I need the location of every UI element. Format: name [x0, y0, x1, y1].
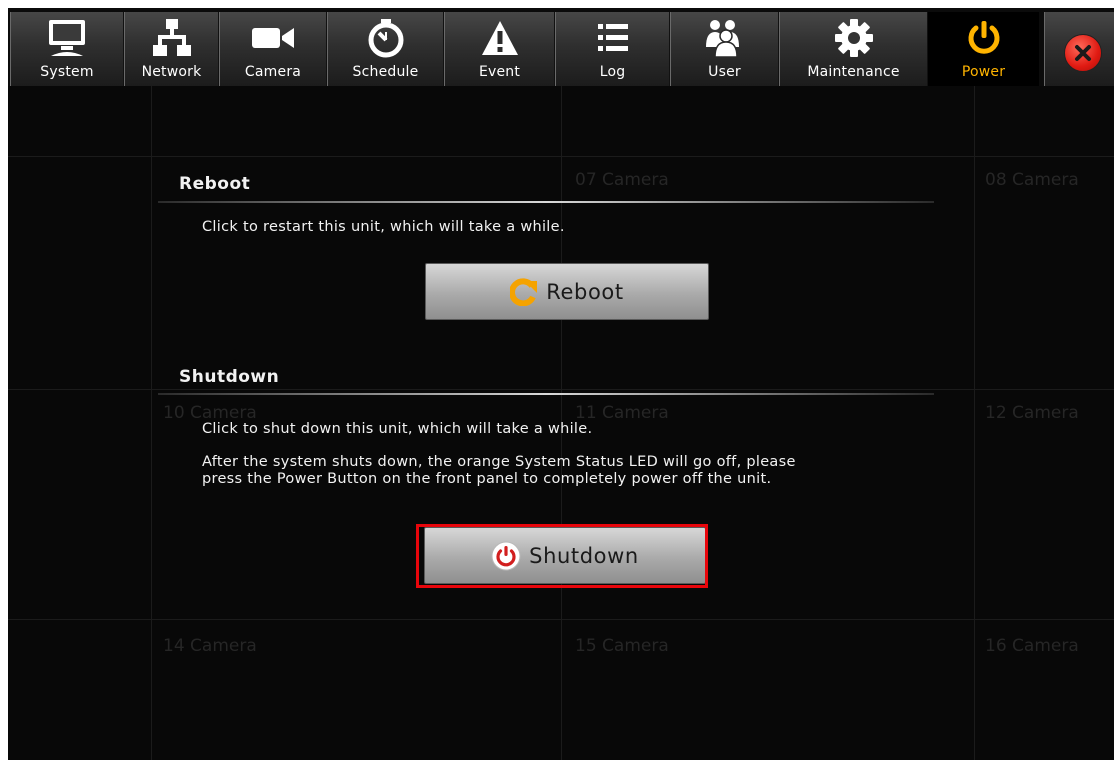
shutdown-section-title: Shutdown — [179, 367, 280, 387]
tab-camera[interactable]: Camera — [219, 12, 327, 86]
warning-icon — [445, 16, 554, 60]
shutdown-note-line: press the Power Button on the front pane… — [202, 471, 772, 487]
camera-label: 15 Camera — [575, 636, 669, 656]
close-icon — [1064, 34, 1102, 72]
tab-power[interactable]: Power — [928, 12, 1039, 86]
tab-schedule[interactable]: Schedule — [327, 12, 444, 86]
tab-system[interactable]: System — [10, 12, 124, 86]
reboot-description: Click to restart this unit, which will t… — [202, 219, 565, 235]
gear-icon — [780, 16, 927, 60]
stopwatch-icon — [328, 16, 443, 60]
tab-event[interactable]: Event — [444, 12, 555, 86]
grid-line — [8, 156, 1114, 157]
grid-line — [8, 389, 1114, 390]
camera-label: 16 Camera — [985, 636, 1079, 656]
monitor-icon — [11, 16, 123, 60]
reboot-icon — [510, 277, 538, 306]
camera-label: 10 Camera — [163, 403, 257, 423]
reboot-button-label: Reboot — [546, 279, 624, 304]
power-settings-window: 07 Camera 08 Camera 10 Camera 11 Camera … — [8, 8, 1114, 760]
grid-line — [151, 86, 152, 760]
camera-label: 08 Camera — [985, 170, 1079, 190]
tab-label: Event — [478, 64, 521, 80]
camera-label: 11 Camera — [575, 403, 669, 423]
close-button[interactable] — [1044, 12, 1114, 86]
camera-label: 07 Camera — [575, 170, 669, 190]
section-divider — [158, 201, 934, 203]
toolbar: System Network Camera Schedule Event Log… — [8, 8, 1114, 86]
tab-label: Maintenance — [807, 64, 900, 80]
tab-label: User — [708, 64, 741, 80]
shutdown-description: Click to shut down this unit, which will… — [202, 421, 593, 437]
tab-label: System — [40, 64, 94, 80]
highlight-box — [416, 524, 708, 588]
tab-label: Power — [961, 64, 1006, 80]
tab-log[interactable]: Log — [555, 12, 670, 86]
tab-label: Network — [141, 64, 202, 80]
section-divider — [158, 393, 934, 395]
grid-line — [974, 86, 975, 760]
screen: 07 Camera 08 Camera 10 Camera 11 Camera … — [0, 0, 1114, 760]
camera-icon — [220, 16, 326, 60]
camera-label: 14 Camera — [163, 636, 257, 656]
grid-line — [8, 619, 1114, 620]
reboot-button[interactable]: Reboot — [425, 263, 709, 320]
tab-label: Schedule — [352, 64, 419, 80]
tab-user[interactable]: User — [670, 12, 779, 86]
tab-label: Camera — [244, 64, 302, 80]
list-icon — [556, 16, 669, 60]
users-icon — [671, 16, 778, 60]
power-icon — [929, 16, 1038, 60]
tab-network[interactable]: Network — [124, 12, 219, 86]
camera-label: 12 Camera — [985, 403, 1079, 423]
network-icon — [125, 16, 218, 60]
tab-label: Log — [599, 64, 626, 80]
tab-maintenance[interactable]: Maintenance — [779, 12, 928, 86]
shutdown-note-line: After the system shuts down, the orange … — [202, 454, 796, 470]
reboot-section-title: Reboot — [179, 174, 251, 194]
